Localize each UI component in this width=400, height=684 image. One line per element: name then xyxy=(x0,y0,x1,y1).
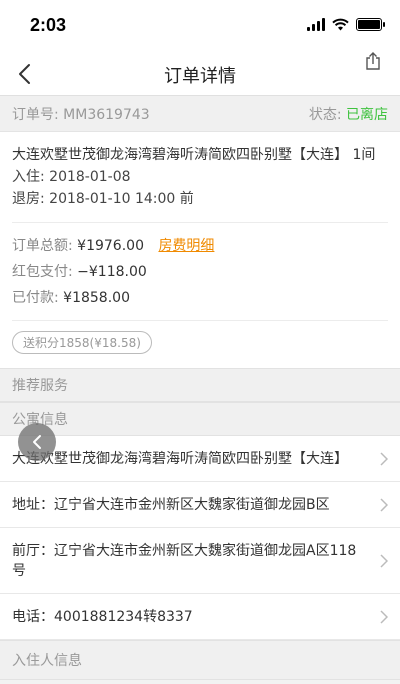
section-guest-info: 入住人信息 xyxy=(0,640,400,680)
order-status-value: 已离店 xyxy=(346,106,388,123)
order-number: 订单号: MM3619743 xyxy=(12,104,150,124)
apartment-address-row[interactable]: 地址：辽宁省大连市金州新区大魏家街道御龙园B区 xyxy=(0,482,400,528)
chevron-right-icon xyxy=(380,497,388,512)
section-recommend-services: 推荐服务 xyxy=(0,368,400,402)
status-bar: 2:03 xyxy=(0,0,400,52)
apartment-frontdesk: 前厅：辽宁省大连市金州新区大魏家街道御龙园A区118号 xyxy=(12,542,357,579)
apartment-phone: 电话：4001881234转8337 xyxy=(12,608,193,625)
chevron-right-icon xyxy=(380,553,388,568)
section-apartment-info: 公寓信息 xyxy=(0,402,400,436)
checkin-date: 入住: 2018-01-08 xyxy=(12,169,131,185)
booking-card: 大连欢墅世茂御龙海湾碧海听涛简欧四卧别墅【大连】 1间 入住: 2018-01-… xyxy=(0,132,400,368)
order-summary-bar: 订单号: MM3619743 状态: 已离店 xyxy=(0,96,400,132)
floating-back-button[interactable] xyxy=(18,423,56,461)
paid-row: 已付款: ¥1858.00 xyxy=(12,285,388,311)
redpacket-value: −¥118.00 xyxy=(77,264,147,280)
chevron-right-icon xyxy=(380,451,388,466)
divider xyxy=(12,222,388,223)
order-total-row: 订单总额: ¥1976.00 房费明细 xyxy=(12,233,388,259)
page-title: 订单详情 xyxy=(164,66,236,87)
redpacket-label: 红包支付: xyxy=(12,264,73,280)
signal-icon xyxy=(307,18,325,31)
chevron-left-icon xyxy=(33,435,41,449)
order-status-label: 状态: xyxy=(308,106,342,123)
wifi-icon xyxy=(332,18,349,31)
nav-bar: 订单详情 xyxy=(0,52,400,96)
points-badge: 送积分1858(¥18.58) xyxy=(12,331,152,354)
apartment-name: 大连欢墅世茂御龙海湾碧海听涛简欧四卧别墅【大连】 xyxy=(12,450,348,467)
order-number-value: MM3619743 xyxy=(63,106,150,123)
order-status: 状态: 已离店 xyxy=(309,104,388,124)
order-total-label: 订单总额: xyxy=(12,238,73,254)
system-icons xyxy=(307,18,385,31)
apartment-name-row[interactable]: 大连欢墅世茂御龙海湾碧海听涛简欧四卧别墅【大连】 xyxy=(0,436,400,482)
apartment-phone-row[interactable]: 电话：4001881234转8337 xyxy=(0,594,400,640)
battery-icon xyxy=(356,18,385,31)
paid-label: 已付款: xyxy=(12,290,59,306)
order-number-label: 订单号: xyxy=(12,106,59,123)
chevron-right-icon xyxy=(380,609,388,624)
status-time: 2:03 xyxy=(30,15,67,35)
share-icon xyxy=(366,52,380,70)
order-total-value: ¥1976.00 xyxy=(77,238,144,254)
booking-hotel-name: 大连欢墅世茂御龙海湾碧海听涛简欧四卧别墅【大连】 1间 xyxy=(12,147,376,163)
apartment-frontdesk-row[interactable]: 前厅：辽宁省大连市金州新区大魏家街道御龙园A区118号 xyxy=(0,528,400,594)
apartment-address: 地址：辽宁省大连市金州新区大魏家街道御龙园B区 xyxy=(12,496,330,513)
redpacket-row: 红包支付: −¥118.00 xyxy=(12,259,388,285)
room-fee-detail-link[interactable]: 房费明细 xyxy=(158,238,214,254)
checkout-date: 退房: 2018-01-10 14:00 前 xyxy=(12,191,194,207)
points-section: 送积分1858(¥18.58) xyxy=(12,320,388,368)
share-button[interactable] xyxy=(358,46,388,76)
paid-value: ¥1858.00 xyxy=(63,290,130,306)
